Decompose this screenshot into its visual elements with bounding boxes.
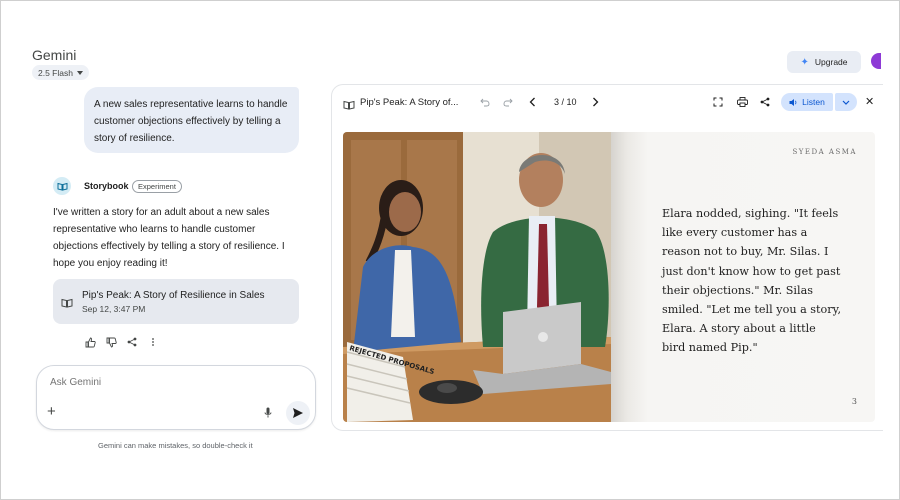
app-title: Gemini bbox=[32, 47, 77, 63]
send-icon bbox=[293, 408, 303, 418]
open-book-icon bbox=[53, 177, 71, 195]
story-card[interactable]: Pip's Peak: A Story of Resilience in Sal… bbox=[53, 279, 299, 324]
chevron-down-icon bbox=[842, 100, 850, 105]
upgrade-label: Upgrade bbox=[814, 57, 848, 67]
send-button[interactable] bbox=[286, 401, 310, 425]
bot-name: Storybook bbox=[84, 181, 129, 191]
page-number: 3 bbox=[851, 397, 857, 406]
mic-icon[interactable] bbox=[264, 406, 272, 424]
storybook-title: Pip's Peak: A Story of... bbox=[360, 97, 459, 108]
print-icon[interactable] bbox=[736, 96, 748, 108]
disclaimer: Gemini can make mistakes, so double-chec… bbox=[98, 441, 253, 450]
prompt-input[interactable] bbox=[50, 377, 250, 388]
book-icon bbox=[343, 97, 355, 115]
bot-reply: I've written a story for an adult about … bbox=[53, 207, 285, 269]
share-icon[interactable] bbox=[126, 336, 138, 348]
prompt-box: + bbox=[36, 365, 316, 430]
thumbs-down-icon[interactable] bbox=[105, 336, 117, 348]
fullscreen-icon[interactable] bbox=[712, 96, 724, 108]
book-page: SYEDA ASMA Elara nodded, sighing. "It fe… bbox=[611, 132, 875, 422]
chevron-left-icon[interactable] bbox=[526, 96, 538, 108]
book-icon bbox=[61, 295, 73, 313]
listen-options-button[interactable] bbox=[835, 93, 857, 111]
thumbs-up-icon[interactable] bbox=[84, 336, 96, 348]
plus-icon[interactable]: + bbox=[47, 404, 56, 419]
page-counter: 3 / 10 bbox=[554, 97, 577, 107]
chevron-down-icon bbox=[76, 70, 83, 75]
sparkle-icon: ✦ bbox=[800, 56, 809, 68]
avatar[interactable] bbox=[871, 53, 881, 69]
experiment-badge: Experiment bbox=[132, 180, 182, 193]
user-message: A new sales representative learns to han… bbox=[84, 87, 299, 153]
story-card-date: Sep 12, 3:47 PM bbox=[82, 304, 146, 314]
more-vert-icon[interactable] bbox=[147, 336, 159, 348]
story-card-title: Pip's Peak: A Story of Resilience in Sal… bbox=[82, 290, 265, 301]
book-spread: REJECTED PROPOSALS SYEDA ASMA Elara nodd… bbox=[343, 132, 875, 422]
listen-button[interactable]: Listen bbox=[781, 93, 833, 111]
undo-icon[interactable] bbox=[479, 96, 491, 108]
redo-icon[interactable] bbox=[502, 96, 514, 108]
model-selector[interactable]: 2.5 Flash bbox=[32, 65, 89, 80]
chevron-right-icon[interactable] bbox=[589, 96, 601, 108]
book-author: SYEDA ASMA bbox=[792, 148, 857, 156]
speaker-icon bbox=[789, 98, 797, 106]
model-label: 2.5 Flash bbox=[38, 67, 73, 78]
page-text: Elara nodded, sighing. "It feels like ev… bbox=[662, 207, 842, 355]
story-illustration: REJECTED PROPOSALS bbox=[343, 132, 611, 422]
feedback-toolbar bbox=[84, 336, 159, 348]
close-icon[interactable]: ✕ bbox=[865, 96, 874, 108]
upgrade-button[interactable]: ✦ Upgrade bbox=[787, 51, 861, 73]
listen-label: Listen bbox=[802, 97, 825, 107]
share-icon[interactable] bbox=[759, 96, 771, 108]
